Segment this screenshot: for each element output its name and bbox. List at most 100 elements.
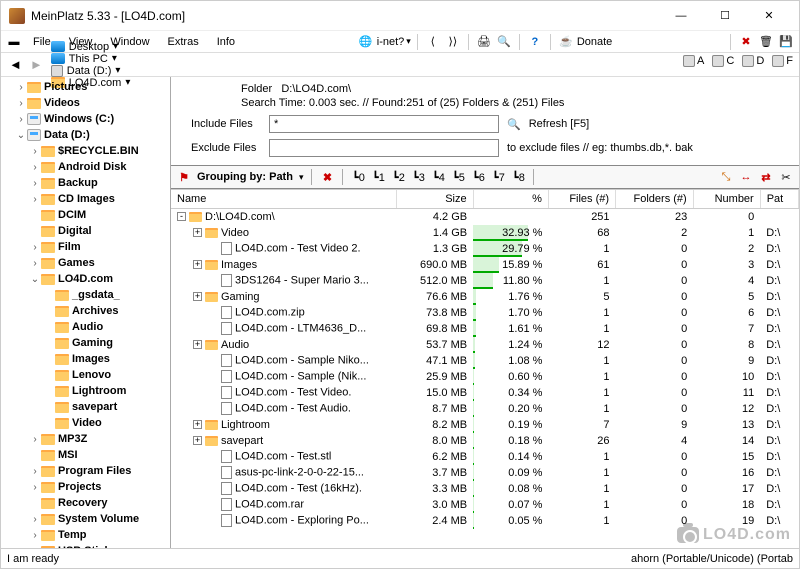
back-icon[interactable]: ⟨ [424,35,442,48]
tree-node[interactable]: Digital [1,223,170,239]
cut-icon[interactable]: ✂ [779,170,793,184]
table-row[interactable]: LO4D.com - Exploring Po...2.4 MB0.05 %10… [171,513,799,529]
level-2-icon[interactable]: ┗2 [391,170,405,184]
clear-group-icon[interactable]: ✖ [320,170,334,184]
drive-A[interactable]: A [683,55,704,67]
breadcrumb-desktop[interactable]: Desktop▾ [49,41,133,53]
menu-info[interactable]: Info [209,34,243,50]
tree-node[interactable]: Audio [1,319,170,335]
expand-icon[interactable]: › [15,82,27,93]
expand-icon[interactable]: ⌄ [29,274,41,285]
tree-node[interactable]: Archives [1,303,170,319]
trash-icon[interactable]: 🗑 [757,35,775,48]
expand-icon[interactable]: › [29,546,41,549]
tree-node[interactable]: Recovery [1,495,170,511]
table-row[interactable]: LO4D.com.rar3.0 MB0.07 %1018D:\ [171,497,799,513]
level-3-icon[interactable]: ┗3 [411,170,425,184]
table-row[interactable]: LO4D.com - Sample (Nik...25.9 MB0.60 %10… [171,369,799,385]
table-row[interactable]: +savepart8.0 MB0.18 %26414D:\ [171,433,799,449]
tree-node[interactable]: ›USB Stick [1,543,170,548]
tree-node[interactable]: savepart [1,399,170,415]
row-expand-icon[interactable]: + [193,420,202,429]
column-header[interactable]: Files (#) [548,190,615,209]
level-8-icon[interactable]: ┗8 [511,170,525,184]
row-expand-icon[interactable]: + [193,340,202,349]
inet-label[interactable]: i-net? [377,36,405,48]
table-row[interactable]: LO4D.com - Sample Niko...47.1 MB1.08 %10… [171,353,799,369]
menu-extras[interactable]: Extras [160,34,207,50]
save-icon[interactable]: 💾 [777,35,795,48]
table-row[interactable]: LO4D.com - Test Video 2.1.3 GB29.79 %102… [171,241,799,257]
refresh-icon[interactable]: 🔍 [507,118,521,131]
minimize-button[interactable]: — [659,2,703,30]
tree-node[interactable]: ›Temp [1,527,170,543]
level-6-icon[interactable]: ┗6 [471,170,485,184]
tree-node[interactable]: ›Program Files [1,463,170,479]
table-row[interactable]: LO4D.com - Test.stl6.2 MB0.14 %1015D:\ [171,449,799,465]
expand-icon[interactable]: › [15,114,27,125]
app-menu-icon[interactable]: ▬ [5,36,23,48]
expand-icon[interactable]: › [29,514,41,525]
column-header[interactable]: Number [693,190,760,209]
tree-node[interactable]: ›Android Disk [1,159,170,175]
close-button[interactable]: ✕ [747,2,791,30]
tree-node[interactable]: ›CD Images [1,191,170,207]
drive-C[interactable]: C [712,55,734,67]
column-header[interactable]: Name [171,190,397,209]
table-row[interactable]: +Images690.0 MB15.89 %6103D:\ [171,257,799,273]
globe-icon[interactable]: 🌐 [357,35,375,48]
preview-icon[interactable]: 🔍 [495,35,513,48]
expand-icon[interactable]: › [29,466,41,477]
expand-icon[interactable]: › [15,98,27,109]
row-expand-icon[interactable]: - [177,212,186,221]
forward-icon[interactable]: ⟩⟩ [444,35,462,48]
row-expand-icon[interactable]: + [193,228,202,237]
tree-node[interactable]: MSI [1,447,170,463]
donate-icon[interactable]: ☕ [557,35,575,48]
breadcrumb-data-d-[interactable]: Data (D:)▾ [49,65,133,77]
folder-tree[interactable]: ›Pictures›Videos›Windows (C:)⌄Data (D:)›… [1,77,171,548]
nav-back-icon[interactable]: ◄ [7,57,24,72]
table-row[interactable]: +Gaming76.6 MB1.76 %505D:\ [171,289,799,305]
collapse-w-icon[interactable]: ⇄ [759,170,773,184]
table-row[interactable]: LO4D.com - LTM4636_D...69.8 MB1.61 %107D… [171,321,799,337]
tree-node[interactable]: ⌄LO4D.com [1,271,170,287]
tree-node[interactable]: DCIM [1,207,170,223]
expand-icon[interactable]: › [29,162,41,173]
help-icon[interactable]: ? [526,36,544,48]
exclude-input[interactable] [269,139,499,157]
table-row[interactable]: +Video1.4 GB32.93 %6821D:\ [171,225,799,241]
expand-icon[interactable]: › [29,194,41,205]
group-flag-icon[interactable]: ⚑ [177,170,191,184]
collapse-h-icon[interactable]: ↔ [739,170,753,184]
table-row[interactable]: +Lightroom8.2 MB0.19 %7913D:\ [171,417,799,433]
level-0-icon[interactable]: ┗0 [351,170,365,184]
breadcrumb-this-pc[interactable]: This PC▾ [49,53,133,65]
tree-node[interactable]: ›Pictures [1,79,170,95]
tree-node[interactable]: Images [1,351,170,367]
table-row[interactable]: LO4D.com - Test Audio.8.7 MB0.20 %1012D:… [171,401,799,417]
expand-icon[interactable]: › [29,530,41,541]
tree-node[interactable]: ⌄Data (D:) [1,127,170,143]
column-header[interactable]: % [473,190,548,209]
level-5-icon[interactable]: ┗5 [451,170,465,184]
tree-node[interactable]: Gaming [1,335,170,351]
tree-node[interactable]: ›Videos [1,95,170,111]
tree-node[interactable]: ›$RECYCLE.BIN [1,143,170,159]
maximize-button[interactable]: ☐ [703,2,747,30]
table-row[interactable]: +Audio53.7 MB1.24 %1208D:\ [171,337,799,353]
tree-node[interactable]: ›Windows (C:) [1,111,170,127]
row-expand-icon[interactable]: + [193,436,202,445]
tree-node[interactable]: _gsdata_ [1,287,170,303]
expand-icon[interactable]: › [29,242,41,253]
expand-icon[interactable]: › [29,434,41,445]
column-header[interactable]: Pat [760,190,798,209]
expand-icon[interactable]: › [29,178,41,189]
drive-D[interactable]: D [742,55,764,67]
expand-icon[interactable]: › [29,146,41,157]
column-header[interactable]: Folders (#) [616,190,694,209]
tree-node[interactable]: Video [1,415,170,431]
table-row[interactable]: asus-pc-link-2-0-0-22-15...3.7 MB0.09 %1… [171,465,799,481]
table-row[interactable]: LO4D.com.zip73.8 MB1.70 %106D:\ [171,305,799,321]
donate-label[interactable]: Donate [577,36,612,48]
